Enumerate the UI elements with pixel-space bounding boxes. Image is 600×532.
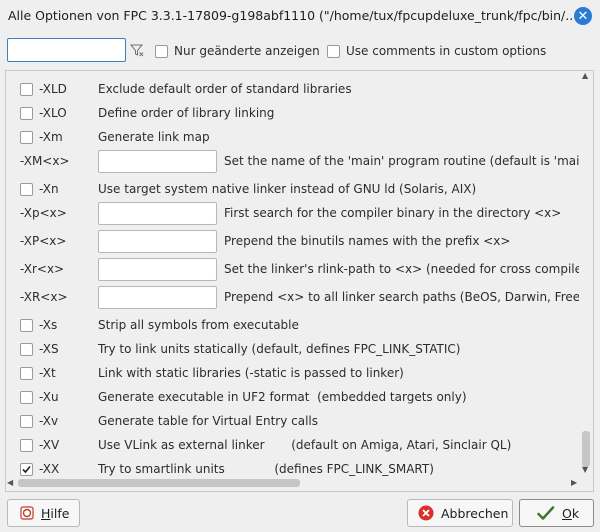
option-value-input[interactable] (98, 202, 217, 225)
help-button[interactable]: Hilfe (7, 499, 80, 527)
option-description: Try to link units statically (default, d… (98, 342, 461, 356)
help-label: Hilfe (41, 505, 70, 521)
clear-filter-icon (129, 44, 144, 57)
option-checkbox[interactable] (20, 183, 33, 196)
option-description: Use target system native linker instead … (98, 182, 477, 196)
option-row[interactable]: -Xr<x> Set the linker's rlink-path to <x>… (6, 258, 593, 281)
options-list[interactable]: -XLD Exclude default order of standard li… (5, 70, 594, 492)
option-flag: -Xp<x> (20, 206, 67, 220)
option-flag: -Xr<x> (20, 262, 65, 276)
option-flag: -Xv (39, 414, 59, 428)
option-row[interactable]: -XLO Define order of library linking (6, 103, 586, 125)
option-description: Exclude default order of standard librar… (98, 82, 352, 96)
option-checkbox[interactable] (20, 463, 33, 476)
option-value-input[interactable] (98, 150, 217, 173)
horizontal-scroll-thumb[interactable] (18, 479, 300, 487)
option-flag: -XP<x> (20, 234, 67, 248)
option-row[interactable]: -Xs Strip all symbols from executable (6, 315, 586, 337)
option-value-input[interactable] (98, 258, 217, 281)
close-button[interactable]: ✕ (574, 7, 592, 25)
option-checkbox[interactable] (20, 343, 33, 356)
option-description: Set the linker's rlink-path to <x> (need… (224, 262, 594, 276)
ok-button[interactable]: Ok (519, 499, 594, 527)
cancel-button[interactable]: Abbrechen (407, 499, 513, 527)
scroll-right-icon[interactable]: ▶ (571, 478, 577, 487)
option-value-input[interactable] (98, 230, 217, 253)
option-row[interactable]: -XV Use VLink as external linker (default… (6, 435, 586, 457)
option-row[interactable]: -XP<x> Prepend the binutils names with th… (6, 230, 586, 253)
option-description: Prepend <x> to all linker search paths (… (224, 290, 594, 304)
option-checkbox[interactable] (20, 319, 33, 332)
option-description: Generate executable in UF2 format (embed… (98, 390, 467, 404)
option-flag: -Xn (39, 182, 59, 196)
option-flag: -XR<x> (20, 290, 68, 304)
only-changed-toggle[interactable]: Nur geänderte anzeigen (155, 44, 320, 58)
filter-clear-button[interactable] (127, 39, 147, 61)
option-flag: -XLD (39, 82, 67, 96)
use-comments-label: Use comments in custom options (346, 44, 547, 58)
option-description: First search for the compiler binary in … (224, 206, 562, 220)
option-row[interactable]: -XLD Exclude default order of standard li… (6, 79, 586, 101)
option-flag: -Xs (39, 318, 58, 332)
option-row[interactable]: -Xp<x> First search for the compiler bina… (6, 202, 586, 225)
only-changed-label: Nur geänderte anzeigen (174, 44, 320, 58)
scroll-left-icon[interactable]: ◀ (7, 478, 13, 487)
option-checkbox[interactable] (20, 83, 33, 96)
option-row[interactable]: -Xn Use target system native linker inste… (6, 179, 586, 201)
window-title: Alle Optionen von FPC 3.3.1-17809-g198ab… (8, 8, 574, 23)
option-flag: -Xu (39, 390, 59, 404)
use-comments-checkbox[interactable] (327, 44, 340, 58)
option-row[interactable]: -Xt Link with static libraries (-static i… (6, 363, 586, 385)
option-description: Link with static libraries (-static is p… (98, 366, 404, 380)
vertical-scrollbar[interactable]: ▲ ▼ (579, 71, 593, 476)
check-mark-icon (22, 465, 31, 474)
option-value-input[interactable] (98, 286, 217, 309)
vertical-scroll-thumb[interactable] (582, 431, 590, 467)
option-description: Set the name of the 'main' program routi… (224, 154, 594, 168)
option-flag: -XS (39, 342, 59, 356)
scroll-down-icon[interactable]: ▼ (582, 465, 588, 474)
option-row[interactable]: -XR<x> Prepend <x> to all linker search p… (6, 286, 593, 309)
checkmark-icon (537, 505, 555, 521)
title-bar: Alle Optionen von FPC 3.3.1-17809-g198ab… (0, 0, 600, 32)
option-description: Strip all symbols from executable (98, 318, 299, 332)
cancel-icon (418, 505, 434, 521)
option-checkbox[interactable] (20, 107, 33, 120)
option-checkbox[interactable] (20, 391, 33, 404)
option-checkbox[interactable] (20, 131, 33, 144)
filter-bar: Nur geänderte anzeigen Use comments in c… (0, 36, 600, 66)
option-flag: -Xm (39, 130, 63, 144)
horizontal-scrollbar[interactable]: ◀ ▶ (6, 476, 593, 491)
option-checkbox[interactable] (20, 439, 33, 452)
option-description: Generate link map (98, 130, 210, 144)
close-icon: ✕ (577, 8, 589, 24)
option-row[interactable]: -Xv Generate table for Virtual Entry call… (6, 411, 586, 433)
option-description: Generate table for Virtual Entry calls (98, 414, 319, 428)
ok-label: Ok (562, 505, 580, 521)
option-description: Try to smartlink units (defines FPC_LINK… (98, 462, 434, 476)
help-icon (20, 506, 34, 520)
option-row[interactable]: -XM<x> Set the name of the 'main' program… (6, 150, 593, 173)
option-flag: -XX (39, 462, 60, 476)
filter-input[interactable] (7, 38, 126, 62)
option-checkbox[interactable] (20, 415, 33, 428)
option-flag: -Xt (39, 366, 56, 380)
option-row[interactable]: -Xm Generate link map (6, 127, 586, 149)
option-flag: -XM<x> (20, 154, 70, 168)
only-changed-checkbox[interactable] (155, 44, 168, 58)
option-description: Prepend the binutils names with the pref… (224, 234, 511, 248)
option-flag: -XLO (39, 106, 67, 120)
option-description: Define order of library linking (98, 106, 275, 120)
use-comments-toggle[interactable]: Use comments in custom options (327, 44, 546, 58)
option-row[interactable]: -Xu Generate executable in UF2 format (em… (6, 387, 586, 409)
option-checkbox[interactable] (20, 367, 33, 380)
cancel-label: Abbrechen (441, 505, 509, 521)
option-flag: -XV (39, 438, 60, 452)
option-description: Use VLink as external linker (default on… (98, 438, 512, 452)
scroll-up-icon[interactable]: ▲ (582, 71, 588, 80)
option-row[interactable]: -XS Try to link units statically (default… (6, 339, 586, 361)
